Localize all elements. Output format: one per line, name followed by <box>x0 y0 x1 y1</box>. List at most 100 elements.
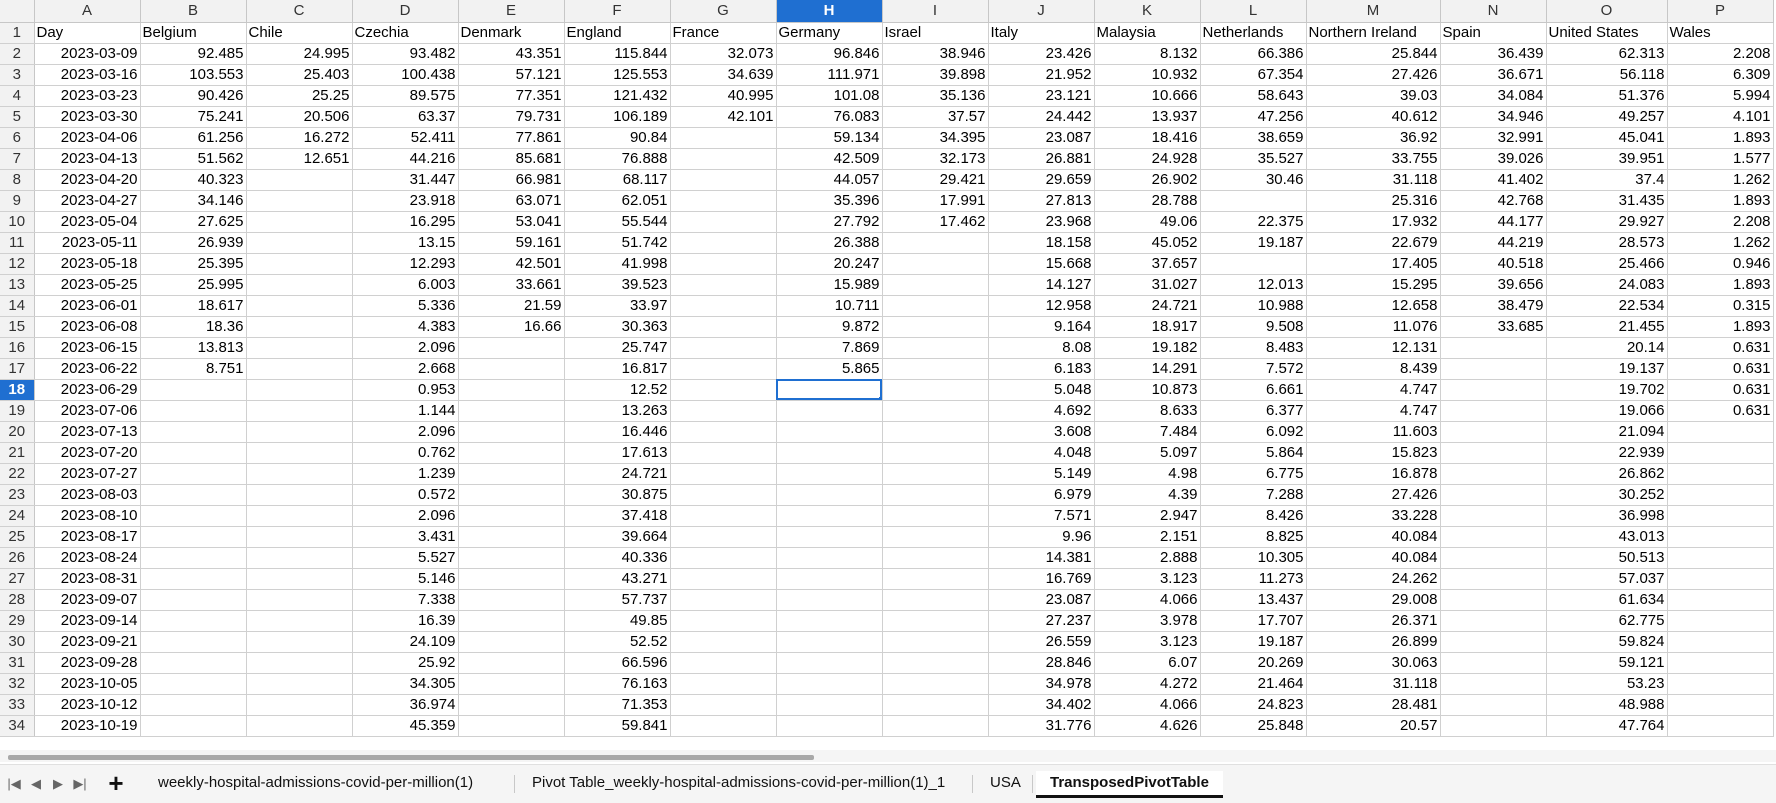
table-cell[interactable]: 2023-08-03 <box>34 484 141 506</box>
table-cell[interactable]: 10.873 <box>1094 379 1201 401</box>
table-cell[interactable]: 27.237 <box>988 610 1095 632</box>
row-header[interactable]: 7 <box>0 148 35 170</box>
prev-sheet-icon[interactable]: ◀ <box>28 774 44 794</box>
table-cell[interactable]: 16.878 <box>1306 463 1441 485</box>
sheet-tab-transposed-pivot-table[interactable]: TransposedPivotTable <box>1036 771 1223 798</box>
table-cell[interactable] <box>670 316 777 338</box>
table-cell[interactable]: 1.239 <box>352 463 459 485</box>
table-cell[interactable]: 30.063 <box>1306 652 1441 674</box>
table-cell[interactable]: 49.257 <box>1546 106 1668 128</box>
table-cell[interactable]: 28.481 <box>1306 694 1441 716</box>
table-cell[interactable] <box>458 568 565 590</box>
table-cell[interactable]: 26.388 <box>776 232 883 254</box>
table-cell[interactable] <box>670 421 777 443</box>
table-cell[interactable] <box>458 589 565 611</box>
table-cell[interactable]: 30.363 <box>564 316 671 338</box>
table-cell[interactable]: 12.131 <box>1306 337 1441 359</box>
table-cell[interactable]: 40.995 <box>670 85 777 107</box>
table-cell[interactable] <box>670 610 777 632</box>
table-cell[interactable]: 16.769 <box>988 568 1095 590</box>
table-cell[interactable] <box>246 694 353 716</box>
table-cell[interactable]: 57.121 <box>458 64 565 86</box>
table-cell[interactable]: 0.946 <box>1667 253 1774 275</box>
table-cell[interactable]: 48.988 <box>1546 694 1668 716</box>
row-header[interactable]: 33 <box>0 694 35 716</box>
table-cell[interactable] <box>776 568 883 590</box>
table-cell[interactable] <box>458 715 565 737</box>
table-cell[interactable]: 2023-09-28 <box>34 652 141 674</box>
table-cell[interactable]: 15.989 <box>776 274 883 296</box>
table-cell[interactable] <box>458 379 565 401</box>
table-cell[interactable]: 17.991 <box>882 190 989 212</box>
table-cell[interactable]: 2023-04-06 <box>34 127 141 149</box>
table-cell[interactable] <box>246 673 353 695</box>
table-cell[interactable] <box>458 400 565 422</box>
table-cell[interactable]: 47.256 <box>1200 106 1307 128</box>
table-cell[interactable] <box>1667 547 1774 569</box>
table-cell[interactable]: 76.083 <box>776 106 883 128</box>
table-cell[interactable] <box>1440 610 1547 632</box>
row-header[interactable]: 23 <box>0 484 35 506</box>
table-cell[interactable]: 26.862 <box>1546 463 1668 485</box>
table-cell[interactable]: 2023-07-27 <box>34 463 141 485</box>
table-cell[interactable]: 20.506 <box>246 106 353 128</box>
row-header[interactable]: 20 <box>0 421 35 443</box>
table-cell[interactable] <box>776 589 883 611</box>
table-cell[interactable]: 2023-03-16 <box>34 64 141 86</box>
table-cell[interactable] <box>1440 484 1547 506</box>
table-cell[interactable] <box>1667 421 1774 443</box>
table-cell[interactable]: 39.656 <box>1440 274 1547 296</box>
table-cell[interactable]: 38.946 <box>882 43 989 65</box>
table-cell[interactable]: 1.144 <box>352 400 459 422</box>
table-cell[interactable]: 6.003 <box>352 274 459 296</box>
row-header[interactable]: 1 <box>0 22 35 44</box>
row-header[interactable]: 27 <box>0 568 35 590</box>
table-cell[interactable]: 21.094 <box>1546 421 1668 443</box>
table-cell[interactable] <box>140 568 247 590</box>
table-cell[interactable]: 21.952 <box>988 64 1095 86</box>
table-cell[interactable]: 2023-06-15 <box>34 337 141 359</box>
table-cell[interactable]: 37.4 <box>1546 169 1668 191</box>
row-header[interactable]: 21 <box>0 442 35 464</box>
table-cell[interactable]: 40.323 <box>140 169 247 191</box>
table-cell[interactable]: 2.208 <box>1667 43 1774 65</box>
table-cell[interactable] <box>246 652 353 674</box>
column-header-f[interactable]: F <box>564 0 671 23</box>
table-cell[interactable]: 21.59 <box>458 295 565 317</box>
table-cell[interactable]: 50.513 <box>1546 547 1668 569</box>
table-cell[interactable] <box>882 652 989 674</box>
table-cell[interactable]: 2023-05-25 <box>34 274 141 296</box>
table-cell[interactable]: 103.553 <box>140 64 247 86</box>
table-cell[interactable]: 26.559 <box>988 631 1095 653</box>
table-cell[interactable]: 30.46 <box>1200 169 1307 191</box>
table-cell[interactable]: 16.39 <box>352 610 459 632</box>
table-cell[interactable]: 27.426 <box>1306 64 1441 86</box>
table-cell[interactable] <box>882 379 989 401</box>
table-cell[interactable]: 45.052 <box>1094 232 1201 254</box>
table-cell[interactable] <box>1440 547 1547 569</box>
column-header-j[interactable]: J <box>988 0 1095 23</box>
table-cell[interactable] <box>670 232 777 254</box>
table-cell[interactable]: 2023-05-04 <box>34 211 141 233</box>
table-cell[interactable]: 11.273 <box>1200 568 1307 590</box>
table-cell[interactable]: 17.613 <box>564 442 671 464</box>
table-cell[interactable]: 34.305 <box>352 673 459 695</box>
table-cell[interactable]: 8.426 <box>1200 505 1307 527</box>
table-cell[interactable]: 2.668 <box>352 358 459 380</box>
table-cell[interactable]: 0.572 <box>352 484 459 506</box>
table-cell[interactable] <box>458 505 565 527</box>
row-header[interactable]: 8 <box>0 169 35 191</box>
table-cell[interactable]: 40.336 <box>564 547 671 569</box>
table-cell[interactable] <box>458 547 565 569</box>
table-cell[interactable]: 33.97 <box>564 295 671 317</box>
table-cell[interactable]: 30.252 <box>1546 484 1668 506</box>
table-cell[interactable]: 34.402 <box>988 694 1095 716</box>
table-cell[interactable]: 25.316 <box>1306 190 1441 212</box>
row-header[interactable]: 15 <box>0 316 35 338</box>
table-cell[interactable]: 53.23 <box>1546 673 1668 695</box>
table-cell[interactable]: 12.52 <box>564 379 671 401</box>
table-cell[interactable] <box>670 568 777 590</box>
column-title-cell[interactable]: Chile <box>246 22 353 44</box>
table-cell[interactable] <box>882 295 989 317</box>
table-cell[interactable]: 24.721 <box>1094 295 1201 317</box>
